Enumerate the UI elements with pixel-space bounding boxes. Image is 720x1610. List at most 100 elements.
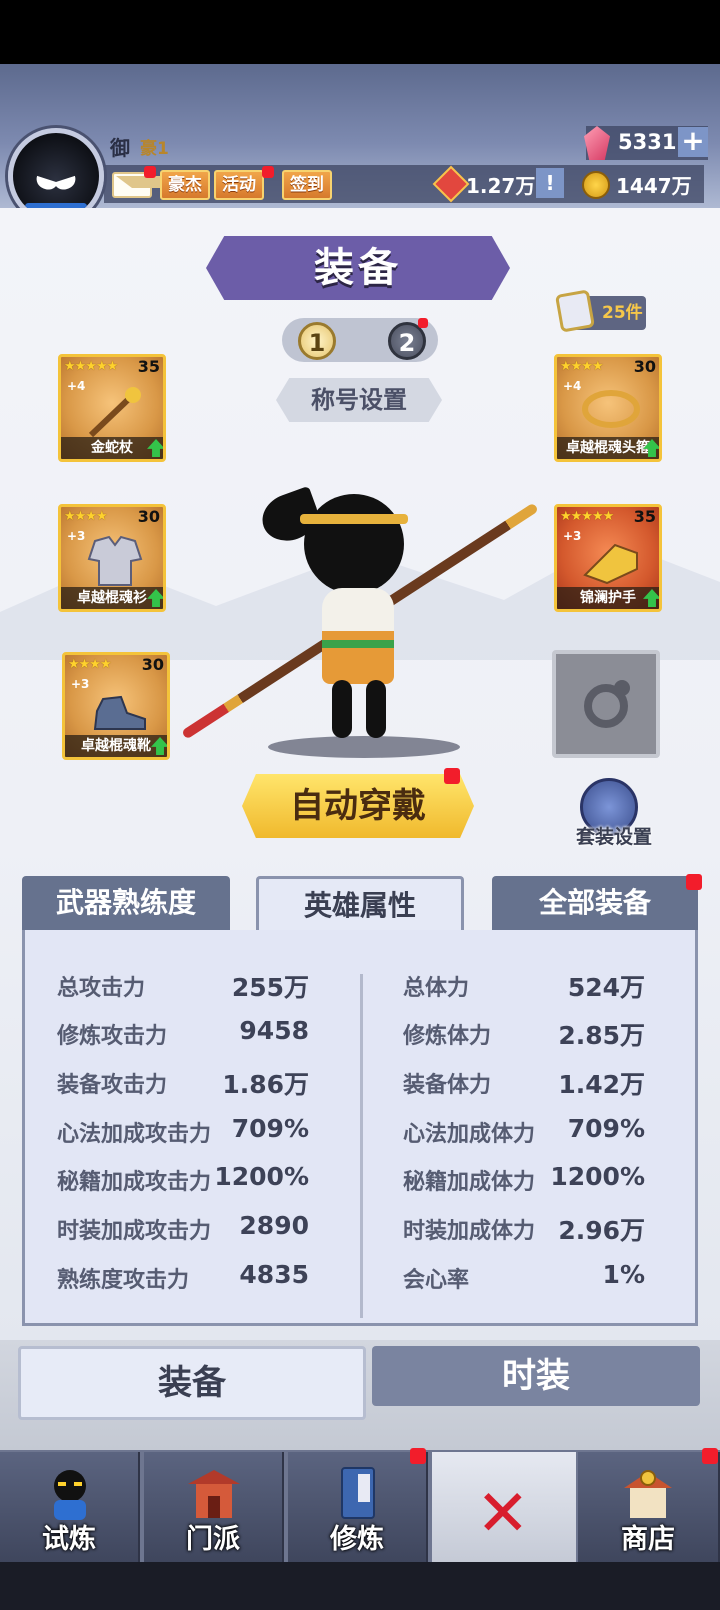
slot-level: 30	[633, 357, 656, 376]
stat-value: 709%	[231, 1114, 309, 1143]
bag-icon	[554, 289, 596, 333]
book-icon	[341, 1467, 375, 1519]
nav-sect-label: 门派	[186, 1524, 240, 1555]
honor-value: 1.27万	[466, 174, 536, 198]
nav-shop-label: 商店	[621, 1524, 675, 1555]
boot-icon	[93, 695, 146, 730]
nav-trial[interactable]: 试炼	[0, 1452, 140, 1562]
tab-all-equipment[interactable]: 全部装备	[492, 876, 698, 932]
stat-value: 2.96万	[558, 1216, 645, 1245]
chip-signin-button[interactable]: 签到	[282, 170, 332, 200]
equip-slot-gloves[interactable]: ★★★★★ 35 +3 锦澜护手	[554, 504, 662, 612]
title-setting-button[interactable]: 称号设置	[276, 378, 442, 422]
status-bar	[0, 0, 720, 64]
stat-value: 2.85万	[558, 1021, 645, 1050]
equip-slot-armor[interactable]: ★★★★ 30 +3 卓越棍魂衫	[58, 504, 166, 612]
chip-activity-button[interactable]: 活动	[214, 170, 264, 200]
slot-name: 卓越棍魂头箍	[557, 437, 659, 459]
stat-value: 1.86万	[222, 1070, 309, 1099]
slot-plus: +4	[563, 379, 582, 393]
add-gem-button[interactable]: +	[678, 127, 708, 157]
stat-value: 709%	[567, 1114, 645, 1143]
slot-name: 锦澜护手	[557, 587, 659, 609]
avatar-eye-right	[53, 175, 79, 193]
slot-stars: ★★★★	[68, 657, 112, 672]
coin-icon	[582, 171, 610, 199]
auto-equip-label[interactable]: 自动穿戴	[242, 774, 474, 838]
honor-info-button[interactable]: !	[536, 168, 564, 198]
refresh-ring-dot	[614, 680, 630, 696]
headband-icon	[582, 390, 640, 428]
stat-name: 总攻击力	[57, 976, 146, 1001]
stat-name: 修炼体力	[403, 1024, 492, 1049]
slot-level: 30	[137, 507, 160, 526]
nav-cultivate[interactable]: 修炼	[288, 1452, 428, 1562]
activity-notification-dot	[262, 166, 274, 178]
stat-name: 修炼攻击力	[57, 1024, 168, 1049]
robe-icon	[87, 535, 143, 586]
chip-haojie-button[interactable]: 豪杰	[160, 170, 210, 200]
equip-slot-boots[interactable]: ★★★★ 30 +3 卓越棍魂靴	[62, 652, 170, 760]
stat-value: 524万	[567, 973, 645, 1002]
character-shadow	[268, 736, 460, 758]
stat-value: 1%	[602, 1260, 645, 1289]
nav-sect[interactable]: 门派	[144, 1452, 284, 1562]
stat-value: 9458	[239, 1016, 309, 1045]
character-leg-right	[366, 680, 386, 738]
slot-name: 卓越棍魂衫	[61, 587, 163, 609]
tab-fashion[interactable]: 时装	[372, 1346, 700, 1406]
nav-shop[interactable]: 商店	[578, 1452, 720, 1562]
page-title: 装备	[314, 245, 402, 291]
slot-stars: ★★★★	[64, 509, 108, 524]
stat-name: 装备攻击力	[57, 1073, 168, 1098]
character-head	[304, 494, 404, 594]
stat-value: 4835	[239, 1260, 309, 1289]
shop-notification-dot	[702, 1448, 718, 1464]
character-headband	[300, 514, 408, 524]
tab-equipment[interactable]: 装备	[18, 1346, 366, 1420]
auto-equip-notification-dot	[444, 768, 460, 784]
slot-level: 35	[137, 357, 160, 376]
close-icon[interactable]: ✕	[476, 1482, 530, 1546]
slot-stars: ★★★★	[560, 359, 604, 374]
stats-divider	[360, 974, 363, 1318]
slot-name: 金蛇杖	[61, 437, 163, 459]
slot-stars: ★★★★★	[64, 359, 118, 374]
stat-value: 1.42万	[558, 1070, 645, 1099]
slot-name: 卓越棍魂靴	[65, 735, 167, 757]
system-bottom-bar	[0, 1562, 720, 1610]
suit-setting-label[interactable]: 套装设置	[566, 822, 662, 849]
slot-level: 35	[633, 507, 656, 526]
loadout-tab-1[interactable]: 1	[298, 322, 336, 360]
gem-value: 5331	[618, 130, 677, 154]
all-equipment-notification-dot	[686, 874, 702, 890]
character-body	[322, 588, 394, 684]
tab-hero-attributes[interactable]: 英雄属性	[256, 876, 464, 932]
slot-stars: ★★★★★	[560, 509, 614, 524]
slot-plus: +4	[67, 379, 86, 393]
stat-value: 1200%	[550, 1162, 645, 1191]
temple-icon	[188, 1470, 240, 1518]
gauntlet-icon	[583, 543, 638, 585]
equip-slot-weapon[interactable]: ★★★★★ 35 +4 金蛇杖	[58, 354, 166, 462]
player-rank: 豪1	[140, 139, 169, 159]
cultivate-notification-dot	[410, 1448, 426, 1464]
slot-plus: +3	[67, 529, 86, 543]
staff-icon	[88, 387, 141, 437]
equip-slot-headband[interactable]: ★★★★ 30 +4 卓越棍魂头箍	[554, 354, 662, 462]
tab-weapon-proficiency[interactable]: 武器熟练度	[22, 876, 230, 932]
slot-plus: +3	[71, 677, 90, 691]
mail-notification-dot	[144, 166, 156, 178]
player-name: 御	[110, 136, 130, 160]
stat-name: 总体力	[403, 976, 470, 1001]
slot-plus: +3	[563, 529, 582, 543]
character-leg-left	[332, 680, 352, 738]
character-belt	[322, 640, 394, 648]
stat-value: 1200%	[214, 1162, 309, 1191]
shop-icon	[624, 1470, 672, 1518]
stat-name: 会心率	[403, 1268, 470, 1293]
slot-level: 30	[141, 655, 164, 674]
stat-value: 255万	[231, 973, 309, 1002]
nav-cultivate-label: 修炼	[330, 1524, 384, 1555]
loadout-2-notification-dot	[418, 318, 428, 328]
